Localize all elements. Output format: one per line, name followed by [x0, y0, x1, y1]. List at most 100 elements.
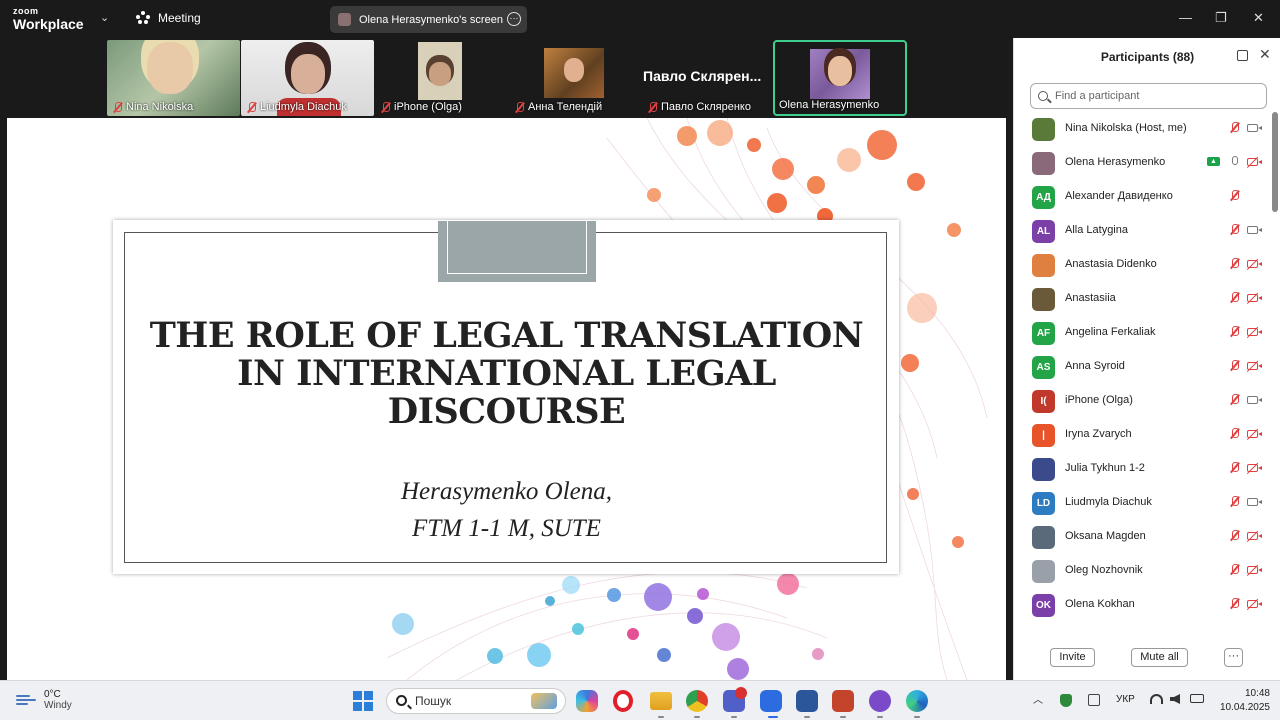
taskbar-search-input[interactable]: Пошук — [386, 688, 566, 714]
video-tile[interactable]: Анна Телендій — [509, 40, 642, 116]
participant-row[interactable]: Oksana Magden — [1014, 520, 1272, 554]
running-indicator — [840, 716, 846, 718]
participant-row[interactable]: Nina Nikolska (Host, me) — [1014, 112, 1272, 146]
participant-row[interactable]: LD Liudmyla Diachuk — [1014, 486, 1272, 520]
tray-overflow-icon[interactable]: ︿ — [1033, 691, 1043, 706]
running-indicator — [804, 716, 810, 718]
mic-muted-icon[interactable] — [1230, 190, 1239, 201]
share-options-icon[interactable]: ··· — [507, 12, 521, 26]
participant-list-scrollbar[interactable] — [1272, 112, 1278, 634]
camera-off-icon[interactable] — [1247, 600, 1262, 608]
video-tile[interactable]: Nina Nikolska — [107, 40, 240, 116]
camera-off-icon[interactable] — [1247, 532, 1262, 540]
mic-icon[interactable] — [1232, 156, 1238, 165]
participant-avatar: AL — [1032, 220, 1055, 243]
maximize-icon[interactable]: ❐ — [1215, 10, 1227, 26]
mic-muted-icon[interactable] — [1230, 292, 1239, 303]
participant-row[interactable]: Anastasiia — [1014, 282, 1272, 316]
mic-muted-icon[interactable] — [1230, 326, 1239, 337]
mute-all-button[interactable]: Mute all — [1131, 648, 1188, 667]
participant-row[interactable]: АД Alexander Давиденко — [1014, 180, 1272, 214]
popout-icon[interactable] — [1237, 50, 1248, 61]
minimize-icon[interactable]: — — [1179, 10, 1192, 25]
mic-muted-icon[interactable] — [1230, 598, 1239, 609]
meeting-menu-button[interactable]: Meeting — [136, 11, 201, 25]
decor-bubble — [907, 293, 937, 323]
more-options-button[interactable]: ··· — [1224, 648, 1243, 667]
decor-bubble — [572, 623, 584, 635]
camera-off-icon[interactable] — [1247, 328, 1262, 336]
mic-muted-icon[interactable] — [1230, 530, 1239, 541]
mic-muted-icon[interactable] — [1230, 394, 1239, 405]
mic-muted-icon[interactable] — [1230, 360, 1239, 371]
participant-row[interactable]: Olena Herasymenko ▲ — [1014, 146, 1272, 180]
weather-widget[interactable]: 0°C Windy — [16, 689, 72, 711]
mic-muted-icon[interactable] — [1230, 428, 1239, 439]
camera-off-icon[interactable] — [1247, 260, 1262, 268]
powerpoint-icon[interactable] — [832, 690, 854, 712]
camera-off-icon[interactable] — [1247, 362, 1262, 370]
viber-icon[interactable] — [869, 690, 891, 712]
pen-tray-icon[interactable] — [1088, 694, 1100, 706]
screen-share-badge-icon: ▲ — [1207, 157, 1220, 166]
participant-face-icon — [147, 42, 193, 94]
decor-bubble — [607, 588, 621, 602]
battery-icon[interactable] — [1190, 694, 1204, 703]
word-icon[interactable] — [796, 690, 818, 712]
participant-row[interactable]: Julia Tykhun 1-2 — [1014, 452, 1272, 486]
mic-muted-icon[interactable] — [1230, 122, 1239, 133]
close-panel-icon[interactable]: ✕ — [1259, 46, 1271, 63]
search-highlight-icon — [531, 693, 557, 709]
mic-muted-icon[interactable] — [1230, 258, 1239, 269]
windows-start-icon[interactable] — [353, 691, 373, 711]
opera-icon[interactable] — [613, 690, 633, 712]
participant-row[interactable]: AS Anna Syroid — [1014, 350, 1272, 384]
mic-muted-icon[interactable] — [1230, 496, 1239, 507]
close-window-icon[interactable]: ✕ — [1253, 10, 1264, 26]
wifi-icon[interactable] — [1150, 694, 1163, 704]
participant-row[interactable]: AL Alla Latygina — [1014, 214, 1272, 248]
camera-icon[interactable] — [1247, 396, 1262, 404]
participant-row[interactable]: Oleg Nozhovnik — [1014, 554, 1272, 588]
video-tile[interactable]: Liudmyla Diachuk — [241, 40, 374, 116]
decor-bubble — [747, 138, 761, 152]
zoom-taskbar-icon[interactable] — [760, 690, 782, 712]
active-speaker-video-tile[interactable]: Olena Herasymenko — [773, 40, 907, 116]
mic-muted-icon[interactable] — [1230, 462, 1239, 473]
camera-off-icon[interactable] — [1247, 430, 1262, 438]
meeting-icon — [136, 11, 150, 25]
file-explorer-icon[interactable] — [650, 692, 672, 710]
participant-avatar — [1032, 254, 1055, 277]
copilot-icon[interactable] — [576, 690, 598, 712]
participant-name: Anastasia Didenko — [1065, 258, 1157, 270]
mic-muted-icon[interactable] — [1230, 224, 1239, 235]
camera-off-icon[interactable] — [1247, 158, 1262, 166]
camera-off-icon[interactable] — [1247, 566, 1262, 574]
participant-face-icon — [828, 56, 852, 86]
system-clock[interactable]: 10:48 10.04.2025 — [1214, 687, 1270, 715]
language-indicator[interactable]: УКР — [1116, 694, 1135, 705]
mic-muted-icon[interactable] — [1230, 564, 1239, 575]
video-tile[interactable]: iPhone (Olga) — [375, 40, 508, 116]
camera-off-icon[interactable] — [1247, 294, 1262, 302]
screen-share-indicator[interactable]: Olena Herasymenko's screen ··· — [330, 6, 527, 33]
participant-row[interactable]: | Iryna Zvarych — [1014, 418, 1272, 452]
participant-search-input[interactable]: Find a participant — [1030, 83, 1267, 109]
volume-icon[interactable] — [1170, 694, 1180, 704]
participant-row[interactable]: Anastasia Didenko — [1014, 248, 1272, 282]
video-tile[interactable]: Павло Склярен... Павло Скляренко — [642, 40, 775, 116]
chrome-icon[interactable] — [686, 690, 708, 712]
camera-off-icon[interactable] — [1247, 464, 1262, 472]
logo-zoom-text: zoom — [13, 6, 39, 16]
camera-icon[interactable] — [1247, 226, 1262, 234]
invite-button[interactable]: Invite — [1050, 648, 1095, 667]
edge-icon[interactable] — [906, 690, 928, 712]
participant-row[interactable]: OK Olena Kokhan — [1014, 588, 1272, 622]
camera-icon[interactable] — [1247, 498, 1262, 506]
camera-icon[interactable] — [1247, 124, 1262, 132]
participant-row[interactable]: AF Angelina Ferkaliak — [1014, 316, 1272, 350]
participant-row[interactable]: I(iPhone (Olga) — [1014, 384, 1272, 418]
app-menu-chevron-icon[interactable]: ⌄ — [100, 11, 109, 24]
security-tray-icon[interactable] — [1060, 694, 1072, 707]
participant-name: Liudmyla Diachuk — [1065, 496, 1152, 508]
